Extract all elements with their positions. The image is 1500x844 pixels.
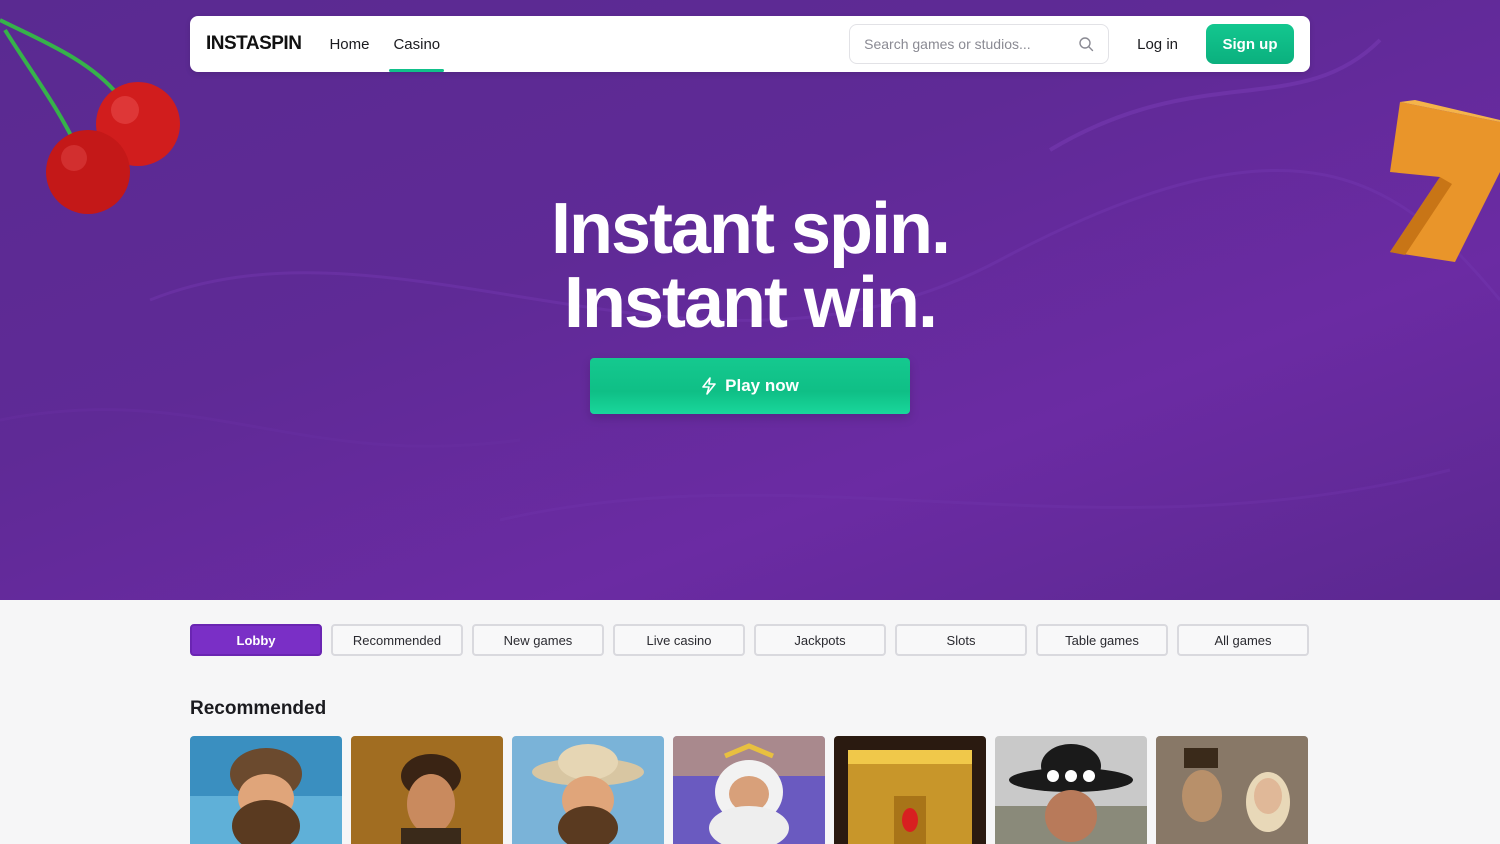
play-now-label: Play now	[725, 376, 799, 395]
steampunk-thumbnail	[1156, 736, 1308, 844]
category-tabs: Lobby Recommended New games Live casino …	[190, 624, 1310, 656]
nav-link-casino[interactable]: Casino	[389, 16, 444, 72]
zeus-thumbnail	[673, 736, 825, 844]
hero-title-line-1: Instant spin.	[550, 189, 951, 269]
tab-slots[interactable]: Slots	[895, 624, 1027, 656]
hero-title-line-2: Instant win.	[564, 263, 938, 343]
game-card-golden-temple[interactable]	[834, 736, 986, 844]
cowboy-explorer-thumbnail	[512, 736, 664, 844]
game-card-steampunk[interactable]	[1156, 736, 1308, 844]
instaspin-logo[interactable]: INSTASPIN	[206, 33, 302, 55]
search-input[interactable]	[864, 36, 1079, 52]
search-icon[interactable]	[1078, 36, 1094, 52]
tab-live-casino[interactable]: Live casino	[613, 624, 745, 656]
tab-jackpots[interactable]: Jackpots	[754, 624, 886, 656]
golden-temple-thumbnail	[834, 736, 986, 844]
game-card-zeus[interactable]	[673, 736, 825, 844]
cherry-illustration	[0, 18, 180, 214]
game-card-adventurer[interactable]	[351, 736, 503, 844]
adventurer-thumbnail	[351, 736, 503, 844]
hero-banner: Instant spin. Instant win. Play now	[0, 0, 1500, 600]
game-card-bearded-explorer[interactable]	[190, 736, 342, 844]
tab-recommended[interactable]: Recommended	[331, 624, 463, 656]
bearded-explorer-thumbnail	[190, 736, 342, 844]
recommended-section-title: Recommended	[190, 698, 327, 719]
tab-lobby[interactable]: Lobby	[190, 624, 322, 656]
recommended-games-row	[190, 736, 1310, 844]
game-card-cowboy-explorer[interactable]	[512, 736, 664, 844]
nav-link-home[interactable]: Home	[329, 16, 369, 72]
game-card-outlaw[interactable]	[995, 736, 1147, 844]
tab-table-games[interactable]: Table games	[1036, 624, 1168, 656]
search-box[interactable]	[849, 24, 1110, 64]
lightning-bolt-icon	[702, 377, 716, 395]
tab-new-games[interactable]: New games	[472, 624, 604, 656]
hero-headline: Instant spin. Instant win.	[0, 192, 1500, 340]
login-link[interactable]: Log in	[1137, 36, 1178, 53]
play-now-button[interactable]: Play now	[590, 358, 910, 414]
top-navbar: INSTASPIN Home Casino Log in Sign up	[190, 16, 1310, 72]
tab-all-games[interactable]: All games	[1177, 624, 1309, 656]
outlaw-thumbnail	[995, 736, 1147, 844]
signup-button[interactable]: Sign up	[1206, 24, 1294, 64]
